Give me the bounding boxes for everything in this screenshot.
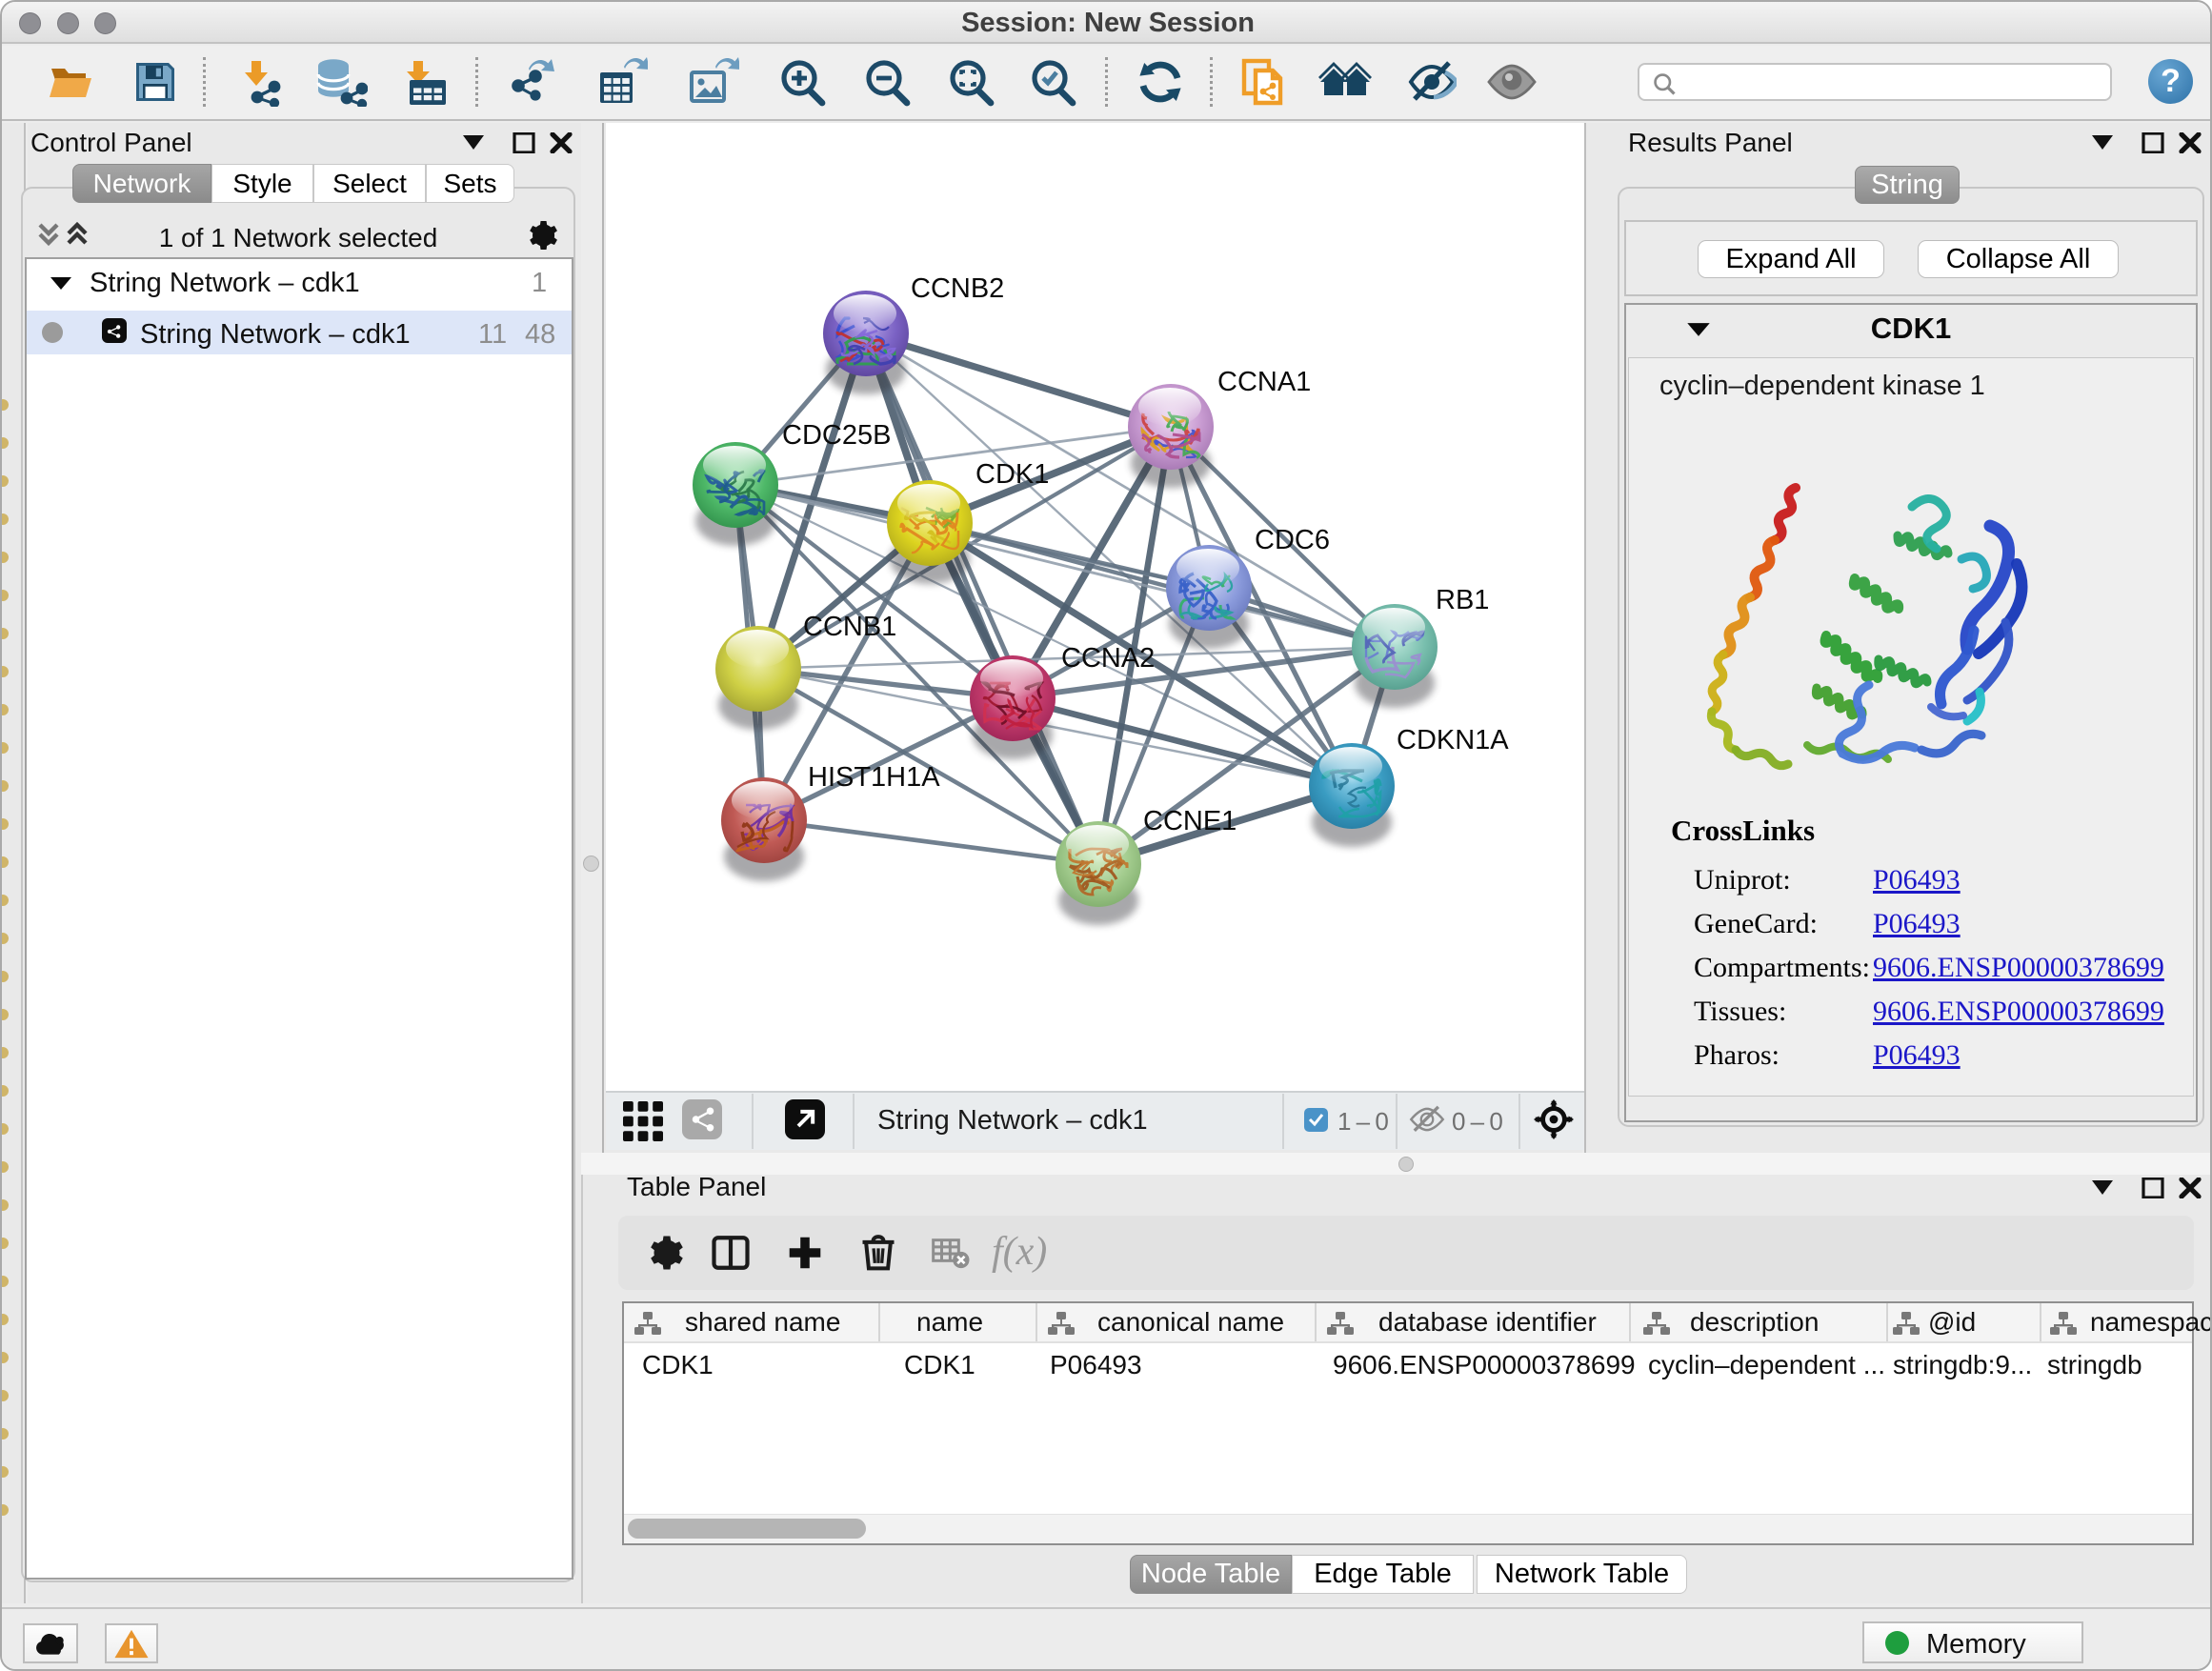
svg-text:CCNA2: CCNA2 [1061, 643, 1155, 674]
svg-text:RB1: RB1 [1436, 585, 1489, 615]
svg-text:CCNA1: CCNA1 [1217, 367, 1311, 397]
svg-text:CCNB2: CCNB2 [911, 273, 1004, 304]
svg-text:CDC6: CDC6 [1255, 525, 1330, 555]
svg-text:CCNB1: CCNB1 [803, 612, 896, 642]
svg-text:CDKN1A: CDKN1A [1397, 725, 1509, 755]
svg-text:CDK1: CDK1 [975, 459, 1049, 490]
svg-text:HIST1H1A: HIST1H1A [808, 762, 940, 793]
svg-text:CDC25B: CDC25B [782, 420, 891, 451]
svg-text:CCNE1: CCNE1 [1143, 806, 1237, 836]
